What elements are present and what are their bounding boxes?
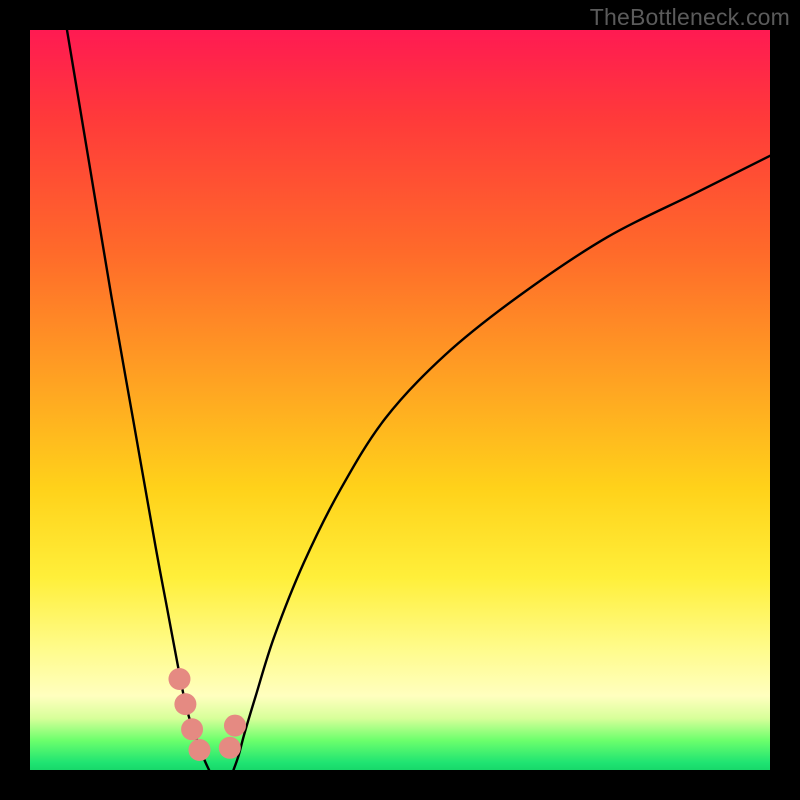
chart-frame: TheBottleneck.com	[0, 0, 800, 800]
curve-left	[67, 30, 209, 770]
marker-dot	[219, 737, 241, 759]
marker-dot	[224, 715, 246, 737]
markers-right	[219, 715, 246, 759]
curve-right	[234, 156, 771, 770]
marker-dot	[188, 739, 210, 761]
curve-left-path	[67, 30, 209, 770]
marker-dot	[181, 718, 203, 740]
marker-dot	[168, 668, 190, 690]
curve-right-path	[234, 156, 771, 770]
marker-dot	[174, 693, 196, 715]
chart-plot-area	[30, 30, 770, 770]
chart-svg	[30, 30, 770, 770]
watermark-text: TheBottleneck.com	[590, 4, 790, 31]
